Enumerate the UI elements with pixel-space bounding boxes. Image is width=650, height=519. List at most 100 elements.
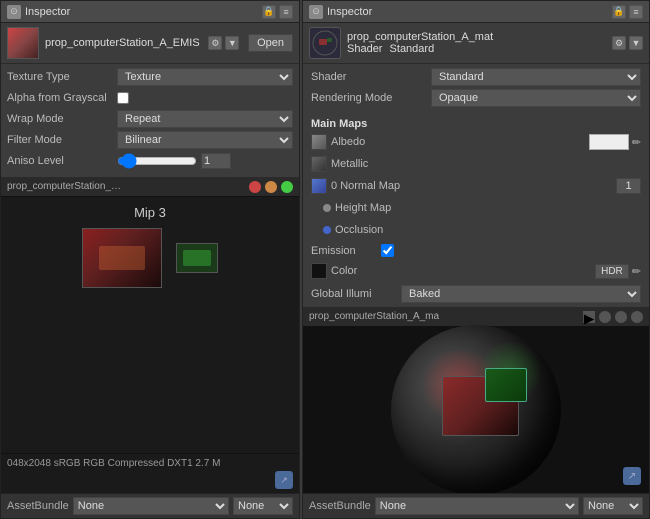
- metallic-row: Metallic: [303, 154, 649, 174]
- right-asset-bundle-row: AssetBundle None None: [303, 493, 649, 518]
- preview-ctrl-orange[interactable]: [265, 181, 277, 193]
- global-illum-label: Global Illumi: [311, 288, 401, 300]
- alpha-grayscale-checkbox[interactable]: [117, 92, 129, 104]
- right-asset-name-container: prop_computerStation_A_mat Shader Standa…: [347, 31, 493, 55]
- right-title-bar: ⊙ Inspector 🔒 ≡: [303, 1, 649, 23]
- albedo-pencil-icon[interactable]: ✏: [632, 136, 641, 149]
- texture-type-row: Texture Type Texture: [7, 68, 293, 86]
- occlusion-dot: [323, 226, 331, 234]
- right-preview-area: prop_computerStation_A_ma ▶ ↗: [303, 307, 649, 493]
- shader-select[interactable]: Standard: [431, 68, 641, 86]
- color-label: Color: [331, 265, 595, 277]
- filter-mode-row: Filter Mode Bilinear: [7, 131, 293, 149]
- left-lock-button[interactable]: 🔒: [262, 5, 276, 19]
- left-form-section: Texture Type Texture Alpha from Grayscal…: [1, 64, 299, 177]
- right-asset-name: prop_computerStation_A_mat: [347, 31, 493, 43]
- aniso-level-label: Aniso Level: [7, 155, 117, 167]
- shader-value: Standard: [431, 68, 641, 86]
- right-corner-icon: ↗: [623, 467, 641, 485]
- filter-mode-select[interactable]: Bilinear: [117, 131, 293, 149]
- right-preview-circle1[interactable]: [599, 311, 611, 323]
- mip-label: Mip 3: [134, 205, 166, 220]
- open-button[interactable]: Open: [248, 34, 293, 52]
- albedo-label: Albedo: [331, 136, 589, 148]
- left-panel-icon: ⊙: [7, 5, 21, 19]
- wrap-mode-select[interactable]: Repeat: [117, 110, 293, 128]
- preview-sphere: [391, 325, 561, 493]
- right-preview-title: prop_computerStation_A_ma: [309, 311, 439, 322]
- color-pencil-icon[interactable]: ✏: [632, 265, 641, 278]
- emission-row: Emission: [303, 242, 649, 259]
- normal-map-row: 0 Normal Map: [303, 176, 649, 196]
- normal-map-label: 0 Normal Map: [331, 180, 616, 192]
- mip-images-container: [82, 228, 218, 288]
- right-asset-bundle-select2[interactable]: None: [583, 497, 643, 515]
- sphere-screen-green: [485, 368, 528, 402]
- hdr-button[interactable]: HDR: [595, 264, 629, 279]
- preview-ctrl-green[interactable]: [281, 181, 293, 193]
- right-preview-play[interactable]: ▶: [583, 311, 595, 323]
- mip-image-small: [176, 243, 218, 273]
- emission-checkbox[interactable]: [381, 244, 394, 257]
- right-asset-bundle-select[interactable]: None: [375, 497, 579, 515]
- preview-ctrl-red[interactable]: [249, 181, 261, 193]
- left-preview-content: Mip 3: [1, 197, 299, 296]
- rendering-mode-select[interactable]: Opaque: [431, 89, 641, 107]
- wrap-mode-row: Wrap Mode Repeat: [7, 110, 293, 128]
- left-asset-bundle-select[interactable]: None: [73, 497, 229, 515]
- left-asset-bundle-label: AssetBundle: [7, 500, 69, 512]
- aniso-level-slider[interactable]: [117, 153, 197, 169]
- right-preview-circle2[interactable]: [615, 311, 627, 323]
- albedo-thumb: [311, 134, 327, 150]
- height-map-dot: [323, 204, 331, 212]
- right-asset-settings-button[interactable]: ⚙: [612, 36, 626, 50]
- right-asset-menu-button[interactable]: ▼: [629, 36, 643, 50]
- sphere-container: [303, 327, 649, 493]
- occlusion-label: Occlusion: [335, 224, 641, 236]
- global-illum-row: Global Illumi Baked: [303, 283, 649, 305]
- right-inspector-panel: ⊙ Inspector 🔒 ≡ prop_computerStation_A_m…: [302, 0, 650, 519]
- rendering-mode-row: Rendering Mode Opaque: [311, 89, 641, 107]
- filter-mode-value: Bilinear: [117, 131, 293, 149]
- left-preview-title: prop_computerStation_…: [7, 181, 121, 192]
- global-illum-select[interactable]: Baked: [401, 285, 641, 303]
- rendering-mode-label: Rendering Mode: [311, 92, 431, 104]
- left-asset-name: prop_computerStation_A_EMIS: [45, 37, 200, 49]
- left-panel-title: Inspector: [25, 6, 258, 18]
- left-title-actions: 🔒 ≡: [262, 5, 293, 19]
- wrap-mode-label: Wrap Mode: [7, 113, 117, 125]
- normal-map-text: Normal Map: [340, 180, 400, 192]
- left-preview-area: prop_computerStation_… Mip 3: [1, 177, 299, 453]
- alpha-grayscale-label: Alpha from Grayscal: [7, 92, 117, 104]
- albedo-row: Albedo ✏: [303, 132, 649, 152]
- mip-image-large: [82, 228, 162, 288]
- main-maps-title: Main Maps: [303, 114, 649, 132]
- left-menu-button[interactable]: ≡: [279, 5, 293, 19]
- texture-type-value: Texture: [117, 68, 293, 86]
- right-preview-header: prop_computerStation_A_ma ▶: [303, 307, 649, 327]
- color-thumb: [311, 263, 327, 279]
- albedo-color-box[interactable]: [589, 134, 629, 150]
- left-corner-icon: ↗: [275, 471, 293, 489]
- normal-map-number-input[interactable]: [616, 178, 641, 194]
- emission-label: Emission: [311, 245, 381, 257]
- color-row: Color HDR ✏: [303, 261, 649, 281]
- rendering-mode-value: Opaque: [431, 89, 641, 107]
- aniso-level-number: 1: [201, 153, 231, 169]
- left-preview-controls: [249, 181, 293, 193]
- right-lock-button[interactable]: 🔒: [612, 5, 626, 19]
- right-preview-circle3[interactable]: [631, 311, 643, 323]
- occlusion-row: Occlusion: [303, 220, 649, 240]
- left-inspector-panel: ⊙ Inspector 🔒 ≡ prop_computerStation_A_E…: [0, 0, 300, 519]
- left-asset-header: prop_computerStation_A_EMIS ⚙ ▼ Open: [1, 23, 299, 64]
- shader-label: Shader: [311, 71, 431, 83]
- metallic-thumb: [311, 156, 327, 172]
- right-panel-title: Inspector: [327, 6, 608, 18]
- texture-type-select[interactable]: Texture: [117, 68, 293, 86]
- left-asset-settings-button[interactable]: ⚙: [208, 36, 222, 50]
- right-menu-button[interactable]: ≡: [629, 5, 643, 19]
- right-asset-thumbnail: [309, 27, 341, 59]
- left-asset-menu-button[interactable]: ▼: [225, 36, 239, 50]
- left-asset-bundle-select2[interactable]: None: [233, 497, 293, 515]
- left-preview-header: prop_computerStation_…: [1, 177, 299, 197]
